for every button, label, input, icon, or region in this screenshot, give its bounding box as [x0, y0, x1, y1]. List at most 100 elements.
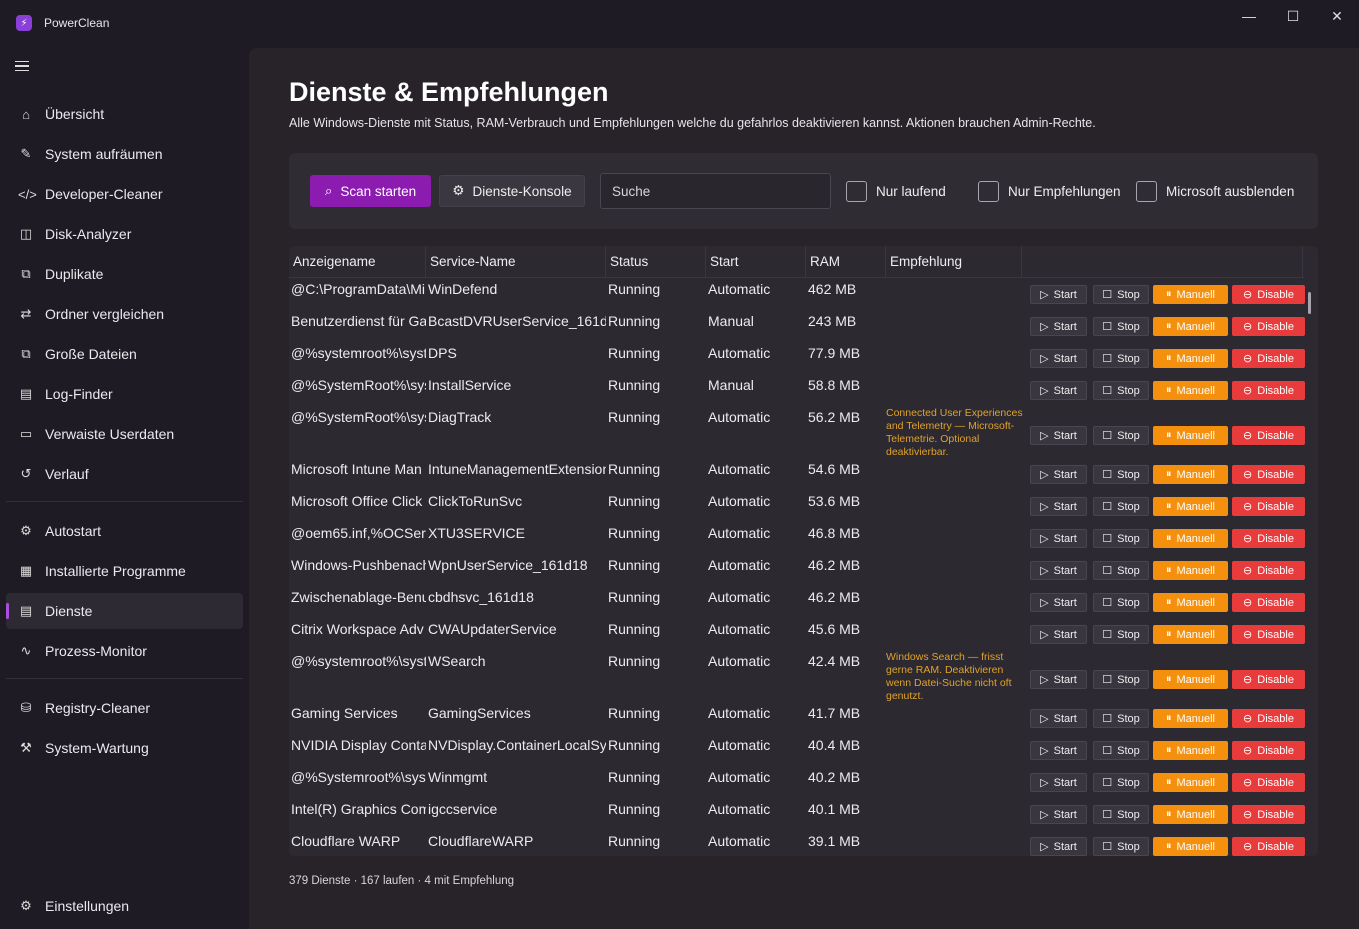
manual-button[interactable]: ⏸ Manuell — [1153, 349, 1228, 368]
column-header[interactable]: Anzeigename — [289, 246, 426, 278]
sidebar-item-prozess-monitor[interactable]: ∿ Prozess-Monitor — [6, 633, 243, 669]
table-row[interactable]: @%Systemroot%\syst Winmgmt Running Automati… — [289, 767, 1305, 799]
start-button[interactable]: ▷ Start — [1030, 625, 1087, 644]
disable-button[interactable]: ⊖ Disable — [1232, 709, 1305, 728]
sidebar-item-ordner-vergleichen[interactable]: ⇄ Ordner vergleichen — [6, 296, 243, 332]
disable-button[interactable]: ⊖ Disable — [1232, 773, 1305, 792]
table-row[interactable]: @C:\ProgramData\Mi WinDefend Running Automa… — [289, 279, 1305, 311]
column-header[interactable]: Service-Name — [426, 246, 606, 278]
table-row[interactable]: Intel(R) Graphics Com igccservice Running A… — [289, 799, 1305, 831]
checkbox-box[interactable] — [978, 180, 999, 202]
stop-button[interactable]: ☐ Stop — [1093, 709, 1149, 728]
maximize-button[interactable]: ☐ — [1270, 6, 1316, 26]
table-row[interactable]: @%systemroot%\syst DPS Running Automatic 77.… — [289, 343, 1305, 375]
disable-button[interactable]: ⊖ Disable — [1232, 837, 1305, 856]
manual-button[interactable]: ⏸ Manuell — [1153, 709, 1228, 728]
column-header[interactable]: Empfehlung — [886, 246, 1022, 278]
start-button[interactable]: ▷ Start — [1030, 741, 1087, 760]
manual-button[interactable]: ⏸ Manuell — [1153, 593, 1228, 612]
sidebar-item-disk-analyzer[interactable]: ◫ Disk-Analyzer — [6, 216, 243, 252]
table-row[interactable]: Zwischenablage-Benu cbdhsvc_161d18 Running… — [289, 587, 1305, 619]
sidebar-item-installierte-programme[interactable]: ▦ Installierte Programme — [6, 553, 243, 589]
stop-button[interactable]: ☐ Stop — [1093, 465, 1149, 484]
stop-button[interactable]: ☐ Stop — [1093, 741, 1149, 760]
scrollbar-thumb[interactable] — [1308, 292, 1311, 314]
stop-button[interactable]: ☐ Stop — [1093, 381, 1149, 400]
stop-button[interactable]: ☐ Stop — [1093, 593, 1149, 612]
table-row[interactable]: Windows-Pushbenacht WpnUserService_161d18… — [289, 555, 1305, 587]
sidebar-item-developer-cleaner[interactable]: </> Developer-Cleaner — [6, 176, 243, 212]
start-button[interactable]: ▷ Start — [1030, 465, 1087, 484]
table-row[interactable]: @%SystemRoot%\sys InstallService Running Ma… — [289, 375, 1305, 407]
manual-button[interactable]: ⏸ Manuell — [1153, 805, 1228, 824]
disable-button[interactable]: ⊖ Disable — [1232, 285, 1305, 304]
sidebar-item-system-wartung[interactable]: ⚒ System-Wartung — [6, 730, 243, 766]
disable-button[interactable]: ⊖ Disable — [1232, 426, 1305, 445]
start-button[interactable]: ▷ Start — [1030, 426, 1087, 445]
sidebar-item-system-aufräumen[interactable]: ✎ System aufräumen — [6, 136, 243, 172]
manual-button[interactable]: ⏸ Manuell — [1153, 741, 1228, 760]
menu-toggle-icon[interactable] — [15, 57, 33, 75]
checkbox-box[interactable] — [846, 180, 867, 202]
disable-button[interactable]: ⊖ Disable — [1232, 349, 1305, 368]
manual-button[interactable]: ⏸ Manuell — [1153, 529, 1228, 548]
manual-button[interactable]: ⏸ Manuell — [1153, 625, 1228, 644]
disable-button[interactable]: ⊖ Disable — [1232, 741, 1305, 760]
manual-button[interactable]: ⏸ Manuell — [1153, 773, 1228, 792]
start-button[interactable]: ▷ Start — [1030, 285, 1087, 304]
stop-button[interactable]: ☐ Stop — [1093, 317, 1149, 336]
sidebar-item-verwaiste-userdaten[interactable]: ▭ Verwaiste Userdaten — [6, 416, 243, 452]
disable-button[interactable]: ⊖ Disable — [1232, 561, 1305, 580]
start-button[interactable]: ▷ Start — [1030, 773, 1087, 792]
manual-button[interactable]: ⏸ Manuell — [1153, 670, 1228, 689]
filter-hide-microsoft-checkbox[interactable]: Microsoft ausblenden — [1136, 180, 1294, 202]
start-button[interactable]: ▷ Start — [1030, 670, 1087, 689]
table-row[interactable]: @oem65.inf,%OCServ XTU3SERVICE Running Auto… — [289, 523, 1305, 555]
table-row[interactable]: NVIDIA Display Conta NVDisplay.ContainerL… — [289, 735, 1305, 767]
column-header[interactable]: Start — [706, 246, 806, 278]
manual-button[interactable]: ⏸ Manuell — [1153, 837, 1228, 856]
table-row[interactable]: @%SystemRoot%\sys DiagTrack Running Automat… — [289, 407, 1305, 459]
stop-button[interactable]: ☐ Stop — [1093, 670, 1149, 689]
manual-button[interactable]: ⏸ Manuell — [1153, 381, 1228, 400]
filter-running-checkbox[interactable]: Nur laufend — [846, 180, 946, 202]
filter-recommendations-checkbox[interactable]: Nur Empfehlungen — [978, 180, 1121, 202]
stop-button[interactable]: ☐ Stop — [1093, 426, 1149, 445]
disable-button[interactable]: ⊖ Disable — [1232, 805, 1305, 824]
table-row[interactable]: Citrix Workspace Adv CWAUpdaterService Run… — [289, 619, 1305, 651]
stop-button[interactable]: ☐ Stop — [1093, 805, 1149, 824]
start-button[interactable]: ▷ Start — [1030, 593, 1087, 612]
table-row[interactable]: Gaming Services GamingServices Running Auto… — [289, 703, 1305, 735]
start-button[interactable]: ▷ Start — [1030, 317, 1087, 336]
start-button[interactable]: ▷ Start — [1030, 381, 1087, 400]
stop-button[interactable]: ☐ Stop — [1093, 837, 1149, 856]
manual-button[interactable]: ⏸ Manuell — [1153, 497, 1228, 516]
minimize-button[interactable]: — — [1226, 6, 1272, 26]
stop-button[interactable]: ☐ Stop — [1093, 497, 1149, 516]
table-row[interactable]: @%systemroot%\syst WSearch Running Automati… — [289, 651, 1305, 703]
manual-button[interactable]: ⏸ Manuell — [1153, 285, 1228, 304]
scan-button[interactable]: ⌕ Scan starten — [310, 175, 431, 207]
stop-button[interactable]: ☐ Stop — [1093, 529, 1149, 548]
disable-button[interactable]: ⊖ Disable — [1232, 529, 1305, 548]
disable-button[interactable]: ⊖ Disable — [1232, 381, 1305, 400]
sidebar-item-übersicht[interactable]: ⌂ Übersicht — [6, 96, 243, 132]
sidebar-item-log-finder[interactable]: ▤ Log-Finder — [6, 376, 243, 412]
column-header[interactable]: Status — [606, 246, 706, 278]
stop-button[interactable]: ☐ Stop — [1093, 285, 1149, 304]
disable-button[interactable]: ⊖ Disable — [1232, 317, 1305, 336]
sidebar-item-duplikate[interactable]: ⧉ Duplikate — [6, 256, 243, 292]
start-button[interactable]: ▷ Start — [1030, 805, 1087, 824]
services-console-button[interactable]: ⚙ Dienste-Konsole — [439, 175, 585, 207]
start-button[interactable]: ▷ Start — [1030, 709, 1087, 728]
sidebar-item-registry-cleaner[interactable]: ⛁ Registry-Cleaner — [6, 690, 243, 726]
manual-button[interactable]: ⏸ Manuell — [1153, 465, 1228, 484]
start-button[interactable]: ▷ Start — [1030, 497, 1087, 516]
table-row[interactable]: Microsoft Office Click ClickToRunSvc Runni… — [289, 491, 1305, 523]
close-button[interactable]: ✕ — [1314, 6, 1359, 26]
disable-button[interactable]: ⊖ Disable — [1232, 497, 1305, 516]
stop-button[interactable]: ☐ Stop — [1093, 561, 1149, 580]
table-row[interactable]: Microsoft Intune Man IntuneManagementExte… — [289, 459, 1305, 491]
disable-button[interactable]: ⊖ Disable — [1232, 593, 1305, 612]
manual-button[interactable]: ⏸ Manuell — [1153, 561, 1228, 580]
